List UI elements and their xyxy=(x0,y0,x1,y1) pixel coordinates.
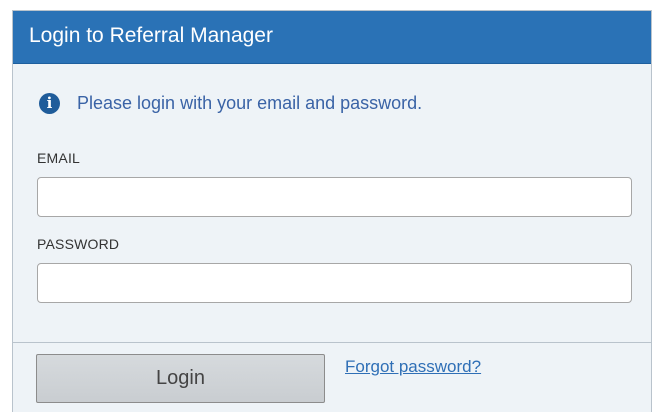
password-label: PASSWORD xyxy=(37,236,120,252)
panel-title: Login to Referral Manager xyxy=(29,24,273,47)
login-panel: Login to Referral Manager i Please login… xyxy=(12,10,652,412)
email-field[interactable] xyxy=(37,177,632,217)
info-icon: i xyxy=(39,92,60,114)
forgot-password-link[interactable]: Forgot password? xyxy=(345,357,481,377)
panel-header: Login to Referral Manager xyxy=(13,11,651,64)
email-label: EMAIL xyxy=(37,150,81,166)
footer-divider xyxy=(13,342,651,343)
info-message: Please login with your email and passwor… xyxy=(77,92,423,113)
login-button[interactable]: Login xyxy=(36,354,325,403)
info-message-row: i Please login with your email and passw… xyxy=(39,91,422,115)
password-field[interactable] xyxy=(37,263,632,303)
